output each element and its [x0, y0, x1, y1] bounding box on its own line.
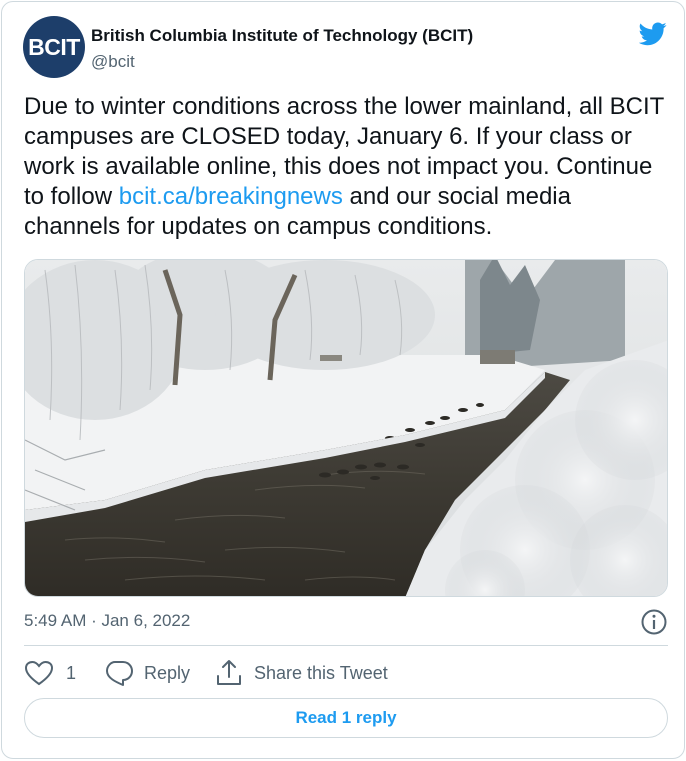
breaking-news-link[interactable]: bcit.ca/breakingnews	[119, 183, 343, 210]
tweet-timestamp[interactable]: 5:49 AM · Jan 6, 2022	[24, 611, 190, 631]
snowy-creek-photo	[25, 260, 667, 596]
divider	[24, 645, 668, 646]
twitter-bird-icon[interactable]	[639, 22, 667, 46]
avatar-text: BCIT	[28, 33, 80, 60]
reply-label: Reply	[144, 662, 191, 683]
like-button[interactable]: 1	[24, 656, 76, 690]
share-icon	[217, 660, 241, 685]
tweet-card: BCIT British Columbia Institute of Techn…	[1, 1, 685, 759]
share-label: Share this Tweet	[254, 662, 388, 683]
like-count: 1	[66, 662, 77, 683]
tweet-header: BCIT British Columbia Institute of Techn…	[23, 16, 673, 78]
heart-icon	[24, 660, 54, 686]
avatar[interactable]: BCIT	[23, 16, 85, 78]
info-icon[interactable]	[640, 608, 668, 636]
share-button[interactable]: Share this Tweet	[214, 656, 388, 690]
read-replies-button[interactable]: Read 1 reply	[24, 698, 668, 738]
account-handle[interactable]: @bcit	[91, 52, 135, 72]
reply-bubble-icon	[106, 661, 133, 686]
reply-button[interactable]: Reply	[104, 656, 190, 690]
account-name[interactable]: British Columbia Institute of Technology…	[91, 26, 473, 46]
tweet-actions: 1 Reply Share this Tweet	[24, 656, 668, 690]
tweet-text: Due to winter conditions across the lowe…	[24, 92, 664, 242]
tweet-image[interactable]	[24, 259, 668, 597]
